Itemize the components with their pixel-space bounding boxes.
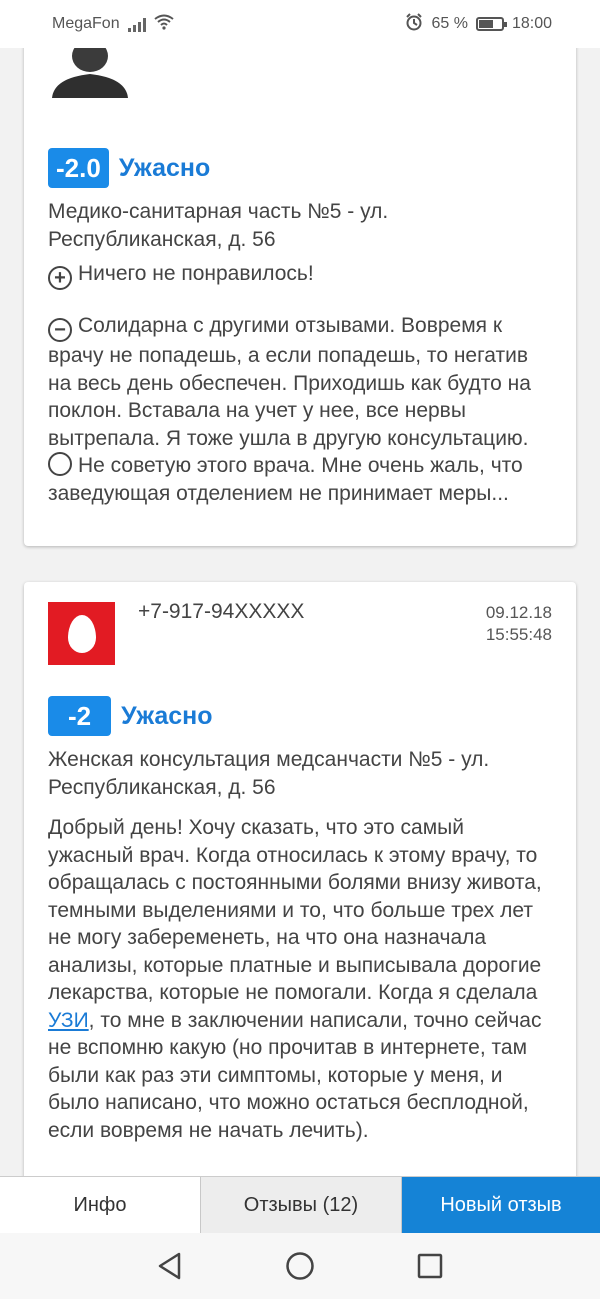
- operator-logo: [48, 602, 115, 665]
- review-card: +7-917-94XXXXX 09.12.18 15:55:48 -2 Ужас…: [24, 582, 576, 1176]
- clock: 18:00: [511, 15, 552, 32]
- review-time: 15:55:48: [485, 625, 552, 644]
- tab-reviews[interactable]: Отзывы (12): [200, 1177, 402, 1233]
- clinic-address: Женская консультация медсанчасти №5 - ул…: [48, 748, 490, 799]
- plus-circle-icon: +: [48, 266, 72, 290]
- review-text: Добрый день! Хочу сказать, что это самый…: [48, 814, 554, 1144]
- comment-text: Не советую этого врача. Мне очень жаль, …: [48, 454, 523, 505]
- wifi-icon: [153, 14, 174, 35]
- rating-label: Ужасно: [121, 701, 213, 730]
- home-icon[interactable]: [285, 1251, 315, 1281]
- circle-icon: [48, 452, 72, 476]
- recents-icon[interactable]: [415, 1251, 445, 1281]
- rating-badge: -2.0: [48, 148, 109, 188]
- rating: -2.0 Ужасно: [48, 148, 552, 188]
- new-review-button[interactable]: Новый отзыв: [402, 1177, 600, 1233]
- uzi-link[interactable]: УЗИ: [48, 1009, 89, 1032]
- carrier-name: MegaFon: [52, 15, 120, 32]
- reviews-list[interactable]: -2.0 Ужасно Медико-санитарная часть №5 -…: [0, 48, 600, 1176]
- pros-line: + Ничего не понравилось!: [48, 260, 552, 290]
- review-text-part: , то мне в заключении написали, точно се…: [48, 1008, 542, 1142]
- signal-icon: [127, 16, 146, 32]
- clinic-address: Медико-санитарная часть №5 - ул. Республ…: [48, 200, 389, 251]
- review-datetime: 09.12.18 15:55:48: [486, 602, 552, 646]
- system-navbar: [0, 1233, 600, 1299]
- battery-icon: [475, 17, 507, 31]
- avatar: [50, 48, 130, 98]
- rating: -2 Ужасно: [48, 696, 554, 736]
- bottom-tabs: Инфо Отзывы (12) Новый отзыв: [0, 1176, 600, 1233]
- alarm-icon: [405, 12, 423, 36]
- status-bar: MegaFon 65 % 18:00: [0, 0, 600, 48]
- comment-block: Не советую этого врача. Мне очень жаль, …: [48, 452, 552, 507]
- review-card: -2.0 Ужасно Медико-санитарная часть №5 -…: [24, 48, 576, 546]
- egg-icon: [67, 614, 96, 653]
- review-text-part: Добрый день! Хочу сказать, что это самый…: [48, 816, 542, 1004]
- cons-text: Солидарна с другими отзывами. Вовремя к …: [48, 314, 531, 450]
- rating-badge: -2: [48, 696, 112, 736]
- back-icon[interactable]: [155, 1251, 185, 1281]
- cons-block: − Солидарна с другими отзывами. Вовремя к…: [48, 312, 552, 452]
- pros-text: Ничего не понравилось!: [78, 262, 314, 285]
- tab-info[interactable]: Инфо: [0, 1177, 200, 1233]
- battery-percent: 65 %: [431, 15, 468, 32]
- rating-label: Ужасно: [118, 153, 211, 182]
- review-date: 09.12.18: [485, 603, 552, 622]
- minus-circle-icon: −: [48, 318, 72, 342]
- review-author: +7-917-94XXXXX: [138, 600, 305, 623]
